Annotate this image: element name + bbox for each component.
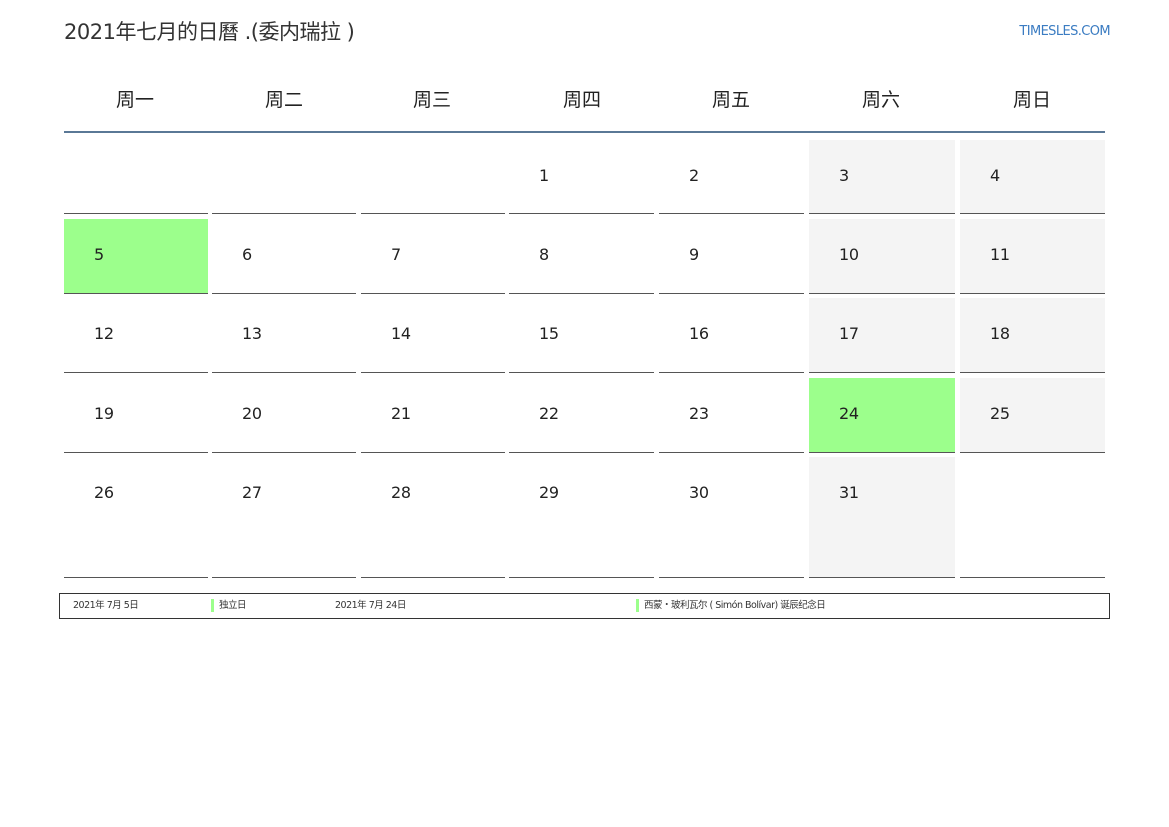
day-cell-23[interactable]: 23	[659, 378, 804, 453]
day-cell-13[interactable]: 13	[212, 298, 356, 373]
day-number: 21	[391, 404, 411, 423]
day-number: 20	[242, 404, 262, 423]
day-cell-8[interactable]: 8	[509, 219, 654, 294]
weekday-header: 周一 周二 周三 周四 周五 周六 周日	[60, 84, 1109, 116]
day-number: 19	[94, 404, 114, 423]
day-cell-14[interactable]: 14	[361, 298, 505, 373]
weekday-wednesday: 周三	[412, 89, 451, 111]
legend-holiday-name-2: 西蒙・玻利瓦尔 ( Simón Bolívar) 诞辰纪念日	[644, 600, 826, 611]
day-number: 6	[242, 245, 252, 264]
day-cell-19[interactable]: 19	[64, 378, 208, 453]
legend-date-2: 2021年 7月 24日	[335, 600, 406, 611]
day-number: 24	[839, 404, 859, 423]
day-cell-3[interactable]: 3	[809, 140, 955, 214]
day-cell-27[interactable]: 27	[212, 457, 356, 578]
day-number: 5	[94, 245, 104, 264]
empty-cell-wednesday	[361, 140, 505, 214]
day-cell-26[interactable]: 26	[64, 457, 208, 578]
weekday-sunday: 周日	[1012, 89, 1051, 111]
weekday-tuesday: 周二	[264, 89, 303, 111]
day-number: 22	[539, 404, 559, 423]
day-cell-12[interactable]: 12	[64, 298, 208, 373]
day-cell-24[interactable]: 24	[809, 378, 955, 453]
legend-holiday-name-1: 独立日	[219, 600, 247, 611]
weekday-monday: 周一	[115, 89, 154, 111]
day-number: 11	[990, 245, 1010, 264]
day-number: 4	[990, 166, 1000, 185]
day-number: 7	[391, 245, 401, 264]
day-number: 31	[839, 483, 859, 502]
weekday-saturday: 周六	[861, 89, 900, 111]
legend-date-1: 2021年 7月 5日	[73, 600, 139, 611]
day-number: 29	[539, 483, 559, 502]
legend-color-mark-2	[636, 599, 639, 612]
day-number: 10	[839, 245, 859, 264]
header-divider	[64, 131, 1105, 133]
day-cell-31[interactable]: 31	[809, 457, 955, 578]
empty-cell-tuesday	[212, 140, 356, 214]
day-number: 28	[391, 483, 411, 502]
day-cell-30[interactable]: 30	[659, 457, 804, 578]
day-cell-10[interactable]: 10	[809, 219, 955, 294]
day-cell-21[interactable]: 21	[361, 378, 505, 453]
day-cell-16[interactable]: 16	[659, 298, 804, 373]
day-number: 13	[242, 324, 262, 343]
day-number: 27	[242, 483, 262, 502]
day-cell-11[interactable]: 11	[960, 219, 1105, 294]
day-number: 25	[990, 404, 1010, 423]
day-cell-5[interactable]: 5	[64, 219, 208, 294]
weekday-thursday: 周四	[562, 89, 601, 111]
day-cell-4[interactable]: 4	[960, 140, 1105, 214]
site-link[interactable]: TIMESLES.COM	[1019, 24, 1110, 39]
day-number: 15	[539, 324, 559, 343]
day-number: 26	[94, 483, 114, 502]
holiday-legend: 2021年 7月 5日 独立日 2021年 7月 24日 西蒙・玻利瓦尔 ( S…	[59, 593, 1110, 619]
day-number: 18	[990, 324, 1010, 343]
day-cell-22[interactable]: 22	[509, 378, 654, 453]
legend-color-mark-1	[211, 599, 214, 612]
calendar-grid: 1 2 3 4 5 6 7 8 9 10 11 12 13 14 15 16 17 18 19 20 21 22 23 24 2…	[0, 0, 1169, 827]
day-cell-17[interactable]: 17	[809, 298, 955, 373]
weekday-friday: 周五	[711, 89, 750, 111]
day-number: 16	[689, 324, 709, 343]
day-number: 30	[689, 483, 709, 502]
day-cell-18[interactable]: 18	[960, 298, 1105, 373]
day-cell-20[interactable]: 20	[212, 378, 356, 453]
day-cell-1[interactable]: 1	[509, 140, 654, 214]
day-number: 14	[391, 324, 411, 343]
day-cell-15[interactable]: 15	[509, 298, 654, 373]
day-number: 2	[689, 166, 699, 185]
day-cell-2[interactable]: 2	[659, 140, 804, 214]
day-number: 1	[539, 166, 549, 185]
day-number: 12	[94, 324, 114, 343]
day-cell-28[interactable]: 28	[361, 457, 505, 578]
empty-cell-monday	[64, 140, 208, 214]
page-title: 2021年七月的日曆 .(委内瑞拉 )	[64, 20, 355, 44]
day-cell-25[interactable]: 25	[960, 378, 1105, 453]
day-number: 9	[689, 245, 699, 264]
day-number: 23	[689, 404, 709, 423]
day-cell-9[interactable]: 9	[659, 219, 804, 294]
day-number: 8	[539, 245, 549, 264]
day-number: 3	[839, 166, 849, 185]
day-cell-7[interactable]: 7	[361, 219, 505, 294]
day-cell-29[interactable]: 29	[509, 457, 654, 578]
day-number: 17	[839, 324, 859, 343]
day-cell-6[interactable]: 6	[212, 219, 356, 294]
empty-cell-sunday	[960, 457, 1105, 578]
